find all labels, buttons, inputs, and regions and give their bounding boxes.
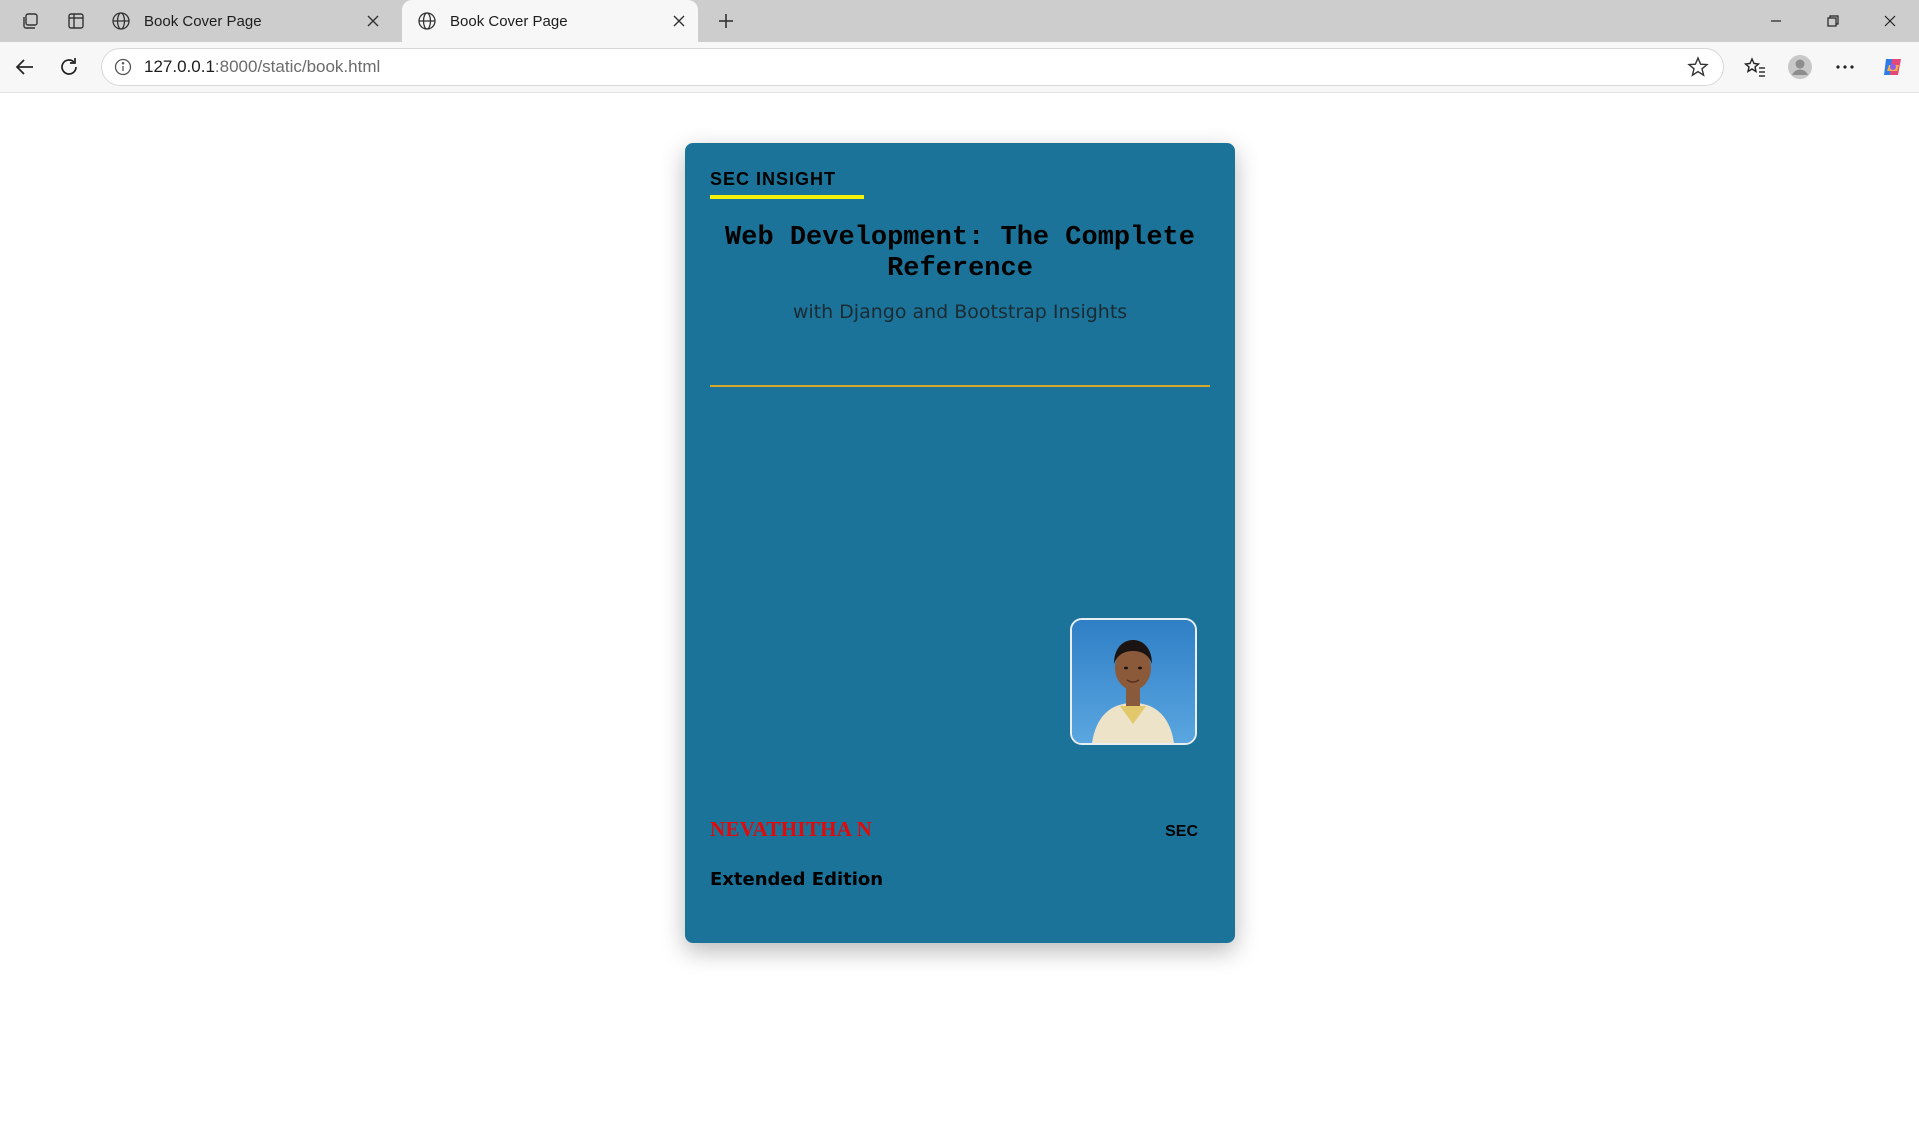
book-subtitle: with Django and Bootstrap Insights — [792, 301, 1128, 323]
brand-underline — [710, 195, 864, 199]
url-text[interactable]: 127.0.0.1:8000/static/book.html — [144, 57, 1683, 77]
copilot-icon[interactable] — [1876, 51, 1910, 83]
close-icon[interactable] — [666, 8, 692, 34]
favorites-icon[interactable] — [1738, 51, 1772, 83]
brand-label: SEC INSIGHT — [710, 169, 837, 189]
tab-book-cover-1[interactable]: Book Cover Page — [96, 0, 392, 42]
address-bar[interactable]: 127.0.0.1:8000/static/book.html — [101, 48, 1724, 86]
back-arrow-icon[interactable] — [8, 51, 42, 83]
author-name: NEVATHITHA N — [710, 817, 873, 841]
edition-label: Extended Edition — [710, 869, 884, 890]
window-close-icon[interactable] — [1862, 0, 1918, 42]
page-viewport: SEC INSIGHT Web Development: The Complet… — [4, 93, 1915, 1130]
site-info-icon[interactable] — [112, 56, 134, 78]
globe-icon — [110, 10, 132, 32]
close-icon[interactable] — [360, 8, 386, 34]
reload-icon[interactable] — [52, 51, 86, 83]
book-cover: SEC INSIGHT Web Development: The Complet… — [685, 143, 1235, 943]
publisher-label: SEC — [1165, 823, 1198, 840]
workspaces-icon[interactable] — [14, 6, 46, 36]
globe-icon — [416, 10, 438, 32]
url-host: 127.0.0.1 — [144, 57, 215, 76]
divider-line — [710, 385, 1210, 387]
more-options-icon[interactable] — [1828, 51, 1862, 83]
tab-title: Book Cover Page — [144, 12, 262, 30]
browser-toolbar: 127.0.0.1:8000/static/book.html — [0, 42, 1919, 93]
profile-avatar-icon[interactable] — [1783, 51, 1817, 83]
author-photo — [1070, 618, 1197, 745]
book-title: Web Development: The Complete Reference — [725, 223, 1195, 284]
restore-icon[interactable] — [1805, 0, 1861, 42]
tab-strip: Book Cover Page Book Cover Page — [0, 0, 1919, 42]
url-path: :8000/static/book.html — [214, 57, 381, 76]
tab-title: Book Cover Page — [450, 12, 568, 30]
new-tab-button[interactable] — [710, 6, 742, 36]
tab-book-cover-2[interactable]: Book Cover Page — [402, 0, 698, 42]
minimize-icon[interactable] — [1748, 0, 1804, 42]
vertical-tabs-icon[interactable] — [60, 6, 92, 36]
favorite-star-icon[interactable] — [1683, 52, 1713, 82]
